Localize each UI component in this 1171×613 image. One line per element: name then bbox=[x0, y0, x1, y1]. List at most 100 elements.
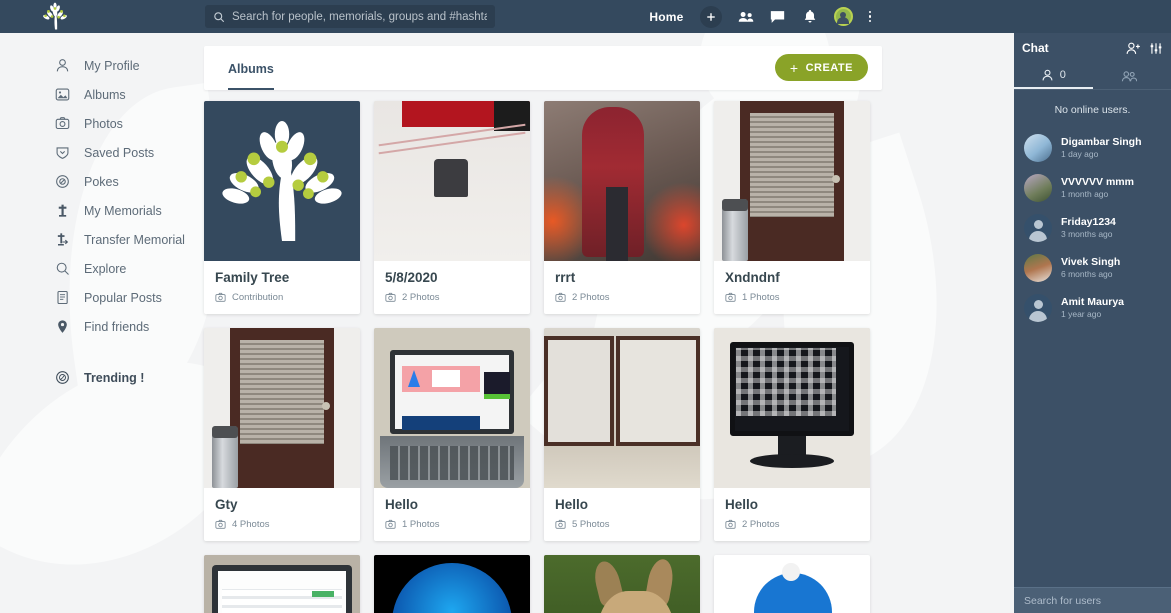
sidebar-item-pokes[interactable]: Pokes bbox=[0, 167, 200, 196]
tab-online-users[interactable]: 0 bbox=[1014, 63, 1093, 89]
sidebar-item-label: My Memorials bbox=[84, 203, 162, 218]
add-user-icon[interactable] bbox=[1126, 42, 1141, 55]
sidebar-item-saved-posts[interactable]: Saved Posts bbox=[0, 138, 200, 167]
album-card[interactable]: 5/8/2020 2 Photos bbox=[374, 101, 530, 314]
tab-all-users[interactable] bbox=[1093, 63, 1171, 89]
album-card[interactable]: Hello 1 Photos bbox=[374, 328, 530, 541]
album-meta-label: 2 Photos bbox=[572, 292, 610, 303]
sidebar-item-label: My Profile bbox=[84, 58, 140, 73]
list-item[interactable]: Friday1234 3 months ago bbox=[1014, 208, 1171, 248]
message-icon bbox=[770, 10, 785, 23]
album-thumbnail bbox=[204, 328, 360, 488]
user-last-seen: 1 year ago bbox=[1061, 309, 1102, 320]
create-album-button[interactable]: + CREATE bbox=[774, 54, 868, 81]
user-icon bbox=[54, 58, 71, 73]
user-last-seen: 1 day ago bbox=[1061, 149, 1099, 160]
sidebar-item-albums[interactable]: Albums bbox=[0, 80, 200, 109]
album-card[interactable] bbox=[714, 555, 870, 613]
avatar[interactable] bbox=[833, 7, 853, 26]
list-item[interactable]: Vivek Singh 6 months ago bbox=[1014, 248, 1171, 288]
albums-grid: Family Tree Contribution 5/8/2020 2 Phot… bbox=[204, 101, 882, 613]
album-image bbox=[374, 555, 530, 613]
sidebar-item-label: Pokes bbox=[84, 174, 119, 189]
create-post-button[interactable] bbox=[699, 5, 722, 28]
sidebar-item-photos[interactable]: Photos bbox=[0, 109, 200, 138]
list-item[interactable]: VVVVVV mmm 1 month ago bbox=[1014, 168, 1171, 208]
album-meta: Contribution bbox=[215, 292, 349, 303]
search-input[interactable] bbox=[232, 10, 487, 23]
album-card[interactable]: Xndndnf 1 Photos bbox=[714, 101, 870, 314]
user-name: Amit Maurya bbox=[1061, 295, 1125, 308]
notifications-button[interactable] bbox=[802, 9, 818, 25]
album-meta-label: 1 Photos bbox=[742, 292, 780, 303]
site-logo[interactable] bbox=[0, 0, 110, 33]
sidebar-item-transfer-memorial[interactable]: Transfer Memorial bbox=[0, 225, 200, 254]
album-image bbox=[374, 328, 530, 488]
sidebar-item-label: Saved Posts bbox=[84, 145, 155, 160]
sidebar-item-my-profile[interactable]: My Profile bbox=[0, 51, 200, 80]
plus-icon bbox=[706, 12, 715, 21]
chat-title: Chat bbox=[1022, 41, 1049, 55]
album-meta: 2 Photos bbox=[555, 292, 689, 303]
tab-albums[interactable]: Albums bbox=[228, 46, 274, 90]
user-last-seen: 3 months ago bbox=[1061, 229, 1113, 240]
poke-icon bbox=[54, 174, 71, 189]
album-thumbnail bbox=[374, 555, 530, 613]
camera-icon bbox=[725, 292, 736, 302]
friends-icon bbox=[738, 11, 753, 22]
album-title: Xndndnf bbox=[725, 270, 780, 285]
user-name: Digambar Singh bbox=[1061, 135, 1142, 148]
album-thumbnail bbox=[714, 328, 870, 488]
tree-logo-icon bbox=[43, 2, 67, 30]
nav-home-link[interactable]: Home bbox=[649, 10, 683, 24]
album-card[interactable] bbox=[544, 555, 700, 613]
sidebar-item-label: Transfer Memorial bbox=[84, 232, 185, 247]
photo-album-icon bbox=[54, 87, 71, 102]
album-card[interactable]: Gty 4 Photos bbox=[204, 328, 360, 541]
album-title: 5/8/2020 bbox=[385, 270, 438, 285]
album-meta-label: 5 Photos bbox=[572, 519, 610, 530]
album-meta-label: 2 Photos bbox=[742, 519, 780, 530]
global-search[interactable] bbox=[205, 5, 495, 28]
search-icon bbox=[214, 11, 225, 22]
sidebar-item-label: Popular Posts bbox=[84, 290, 162, 305]
online-user-icon bbox=[1042, 69, 1053, 80]
sidebar-item-trending[interactable]: Trending ! bbox=[0, 363, 200, 392]
friends-button[interactable] bbox=[738, 9, 754, 25]
bell-icon bbox=[804, 9, 815, 23]
list-item[interactable]: Digambar Singh 1 day ago bbox=[1014, 128, 1171, 168]
album-thumbnail bbox=[374, 101, 530, 261]
user-name: Friday1234 bbox=[1061, 215, 1116, 228]
album-image bbox=[714, 328, 870, 488]
album-card[interactable]: Hello 2 Photos bbox=[714, 328, 870, 541]
trending-icon bbox=[54, 370, 71, 385]
sidebar-item-label: Albums bbox=[84, 87, 126, 102]
album-title: Family Tree bbox=[215, 270, 290, 285]
sidebar-item-find-friends[interactable]: Find friends bbox=[0, 312, 200, 341]
more-menu-button[interactable] bbox=[868, 10, 871, 23]
messages-button[interactable] bbox=[770, 9, 786, 25]
album-meta-label: 1 Photos bbox=[402, 519, 440, 530]
album-card[interactable] bbox=[204, 555, 360, 613]
album-image bbox=[714, 555, 870, 613]
user-last-seen: 1 month ago bbox=[1061, 189, 1109, 200]
camera-icon bbox=[215, 519, 226, 529]
album-card[interactable]: Family Tree Contribution bbox=[204, 101, 360, 314]
sidebar-item-popular-posts[interactable]: Popular Posts bbox=[0, 283, 200, 312]
album-image bbox=[204, 328, 360, 488]
settings-sliders-icon[interactable] bbox=[1149, 42, 1163, 55]
album-image bbox=[544, 328, 700, 488]
album-meta: 2 Photos bbox=[385, 292, 519, 303]
album-thumbnail bbox=[544, 555, 700, 613]
search-icon bbox=[54, 261, 71, 276]
list-item[interactable]: Amit Maurya 1 year ago bbox=[1014, 288, 1171, 328]
chat-search-box[interactable]: Search for users bbox=[1014, 587, 1171, 613]
album-card[interactable] bbox=[374, 555, 530, 613]
sidebar-item-explore[interactable]: Explore bbox=[0, 254, 200, 283]
camera-icon bbox=[555, 292, 566, 302]
sidebar-item-my-memorials[interactable]: My Memorials bbox=[0, 196, 200, 225]
album-card[interactable]: rrrt 2 Photos bbox=[544, 101, 700, 314]
album-card[interactable]: Hello 5 Photos bbox=[544, 328, 700, 541]
location-pin-icon bbox=[54, 319, 71, 334]
camera-icon bbox=[725, 519, 736, 529]
